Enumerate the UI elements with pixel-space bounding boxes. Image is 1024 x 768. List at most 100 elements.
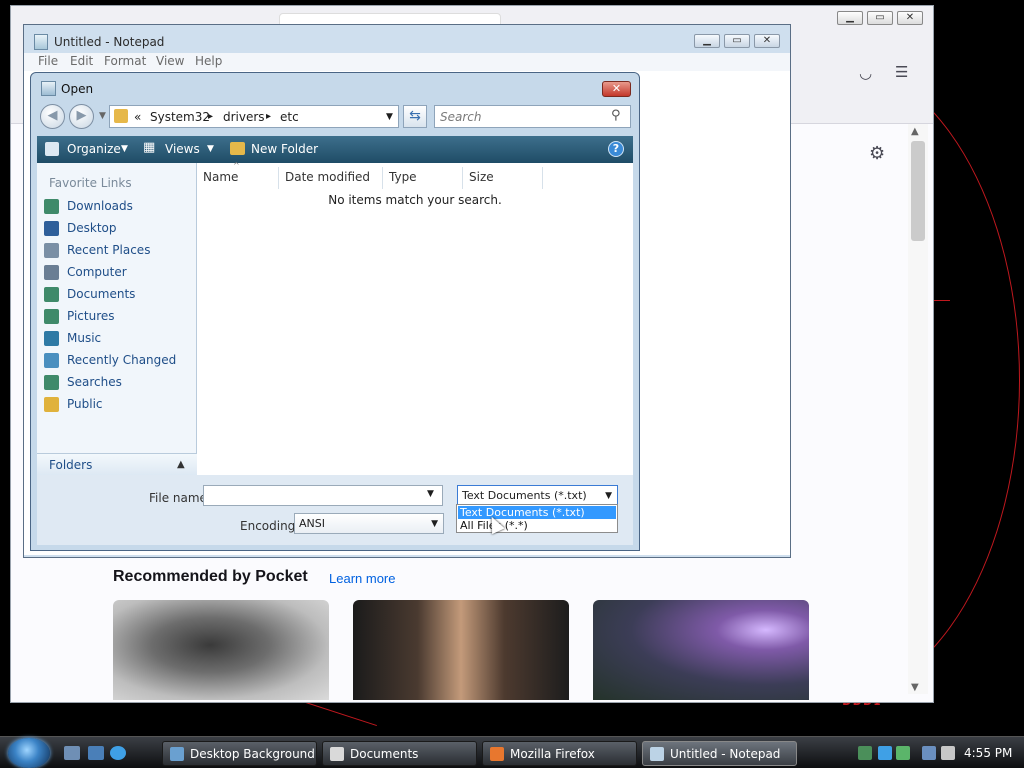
views-button[interactable]: Views: [165, 142, 200, 156]
minimize-button[interactable]: ▁: [694, 34, 720, 48]
start-button[interactable]: [8, 738, 50, 768]
sidebar-item-desktop[interactable]: Desktop: [44, 219, 194, 239]
chevron-up-icon[interactable]: ▲: [177, 459, 185, 470]
file-type-select[interactable]: Text Documents (*.txt) ▼: [457, 485, 618, 506]
recent-places-icon: [44, 243, 59, 258]
internet-explorer-icon[interactable]: [110, 746, 126, 760]
breadcrumb-etc[interactable]: etc: [280, 110, 299, 124]
organize-icon: [45, 142, 59, 156]
taskbar-button-desktop-background[interactable]: Desktop Background: [162, 741, 317, 766]
chevron-down-icon[interactable]: ▼: [431, 519, 438, 529]
scrollbar-thumb[interactable]: [911, 141, 925, 241]
sidebar-item-label: Recent Places: [67, 243, 151, 257]
column-header-date-modified[interactable]: Date modified: [279, 167, 383, 189]
address-bar[interactable]: « System32 ▸ drivers ▸ etc ▼: [109, 105, 399, 128]
close-button[interactable]: ✕: [754, 34, 780, 48]
column-header-type[interactable]: Type: [383, 167, 463, 189]
show-desktop-icon[interactable]: [64, 746, 80, 760]
column-header-size[interactable]: Size: [463, 167, 543, 189]
menu-help[interactable]: Help: [195, 54, 222, 68]
sidebar-item-music[interactable]: Music: [44, 329, 194, 349]
back-button[interactable]: ◀: [40, 104, 65, 129]
dialog-icon: [41, 81, 56, 96]
minimize-button[interactable]: ▁: [837, 11, 863, 25]
sidebar-item-recently-changed[interactable]: Recently Changed: [44, 351, 194, 371]
sidebar-item-label: Music: [67, 331, 102, 345]
dialog-close-button[interactable]: ✕: [602, 81, 631, 97]
navigation-pane: Favorite Links Downloads Desktop Recent Pl…: [37, 163, 197, 475]
column-header-name[interactable]: Name: [197, 167, 279, 189]
sidebar-item-pictures[interactable]: Pictures: [44, 307, 194, 327]
breadcrumb-separator-icon[interactable]: ▸: [208, 111, 213, 122]
breadcrumb-overflow[interactable]: «: [134, 110, 141, 124]
close-button[interactable]: ✕: [897, 11, 923, 25]
search-icon[interactable]: ⚲: [611, 108, 621, 123]
documents-folder-icon: [330, 747, 344, 761]
clock[interactable]: 4:55 PM: [964, 746, 1012, 760]
sidebar-item-downloads[interactable]: Downloads: [44, 197, 194, 217]
maximize-button[interactable]: ▭: [724, 34, 750, 48]
music-icon: [44, 331, 59, 346]
forward-button[interactable]: ▶: [69, 104, 94, 129]
sidebar-item-label: Downloads: [67, 199, 133, 213]
settings-gear-icon[interactable]: ⚙: [869, 143, 885, 164]
network-tray-icon[interactable]: [858, 746, 872, 760]
sidebar-item-public[interactable]: Public: [44, 395, 194, 415]
file-type-option[interactable]: All Files (*.*): [458, 519, 616, 532]
breadcrumb-system32[interactable]: System32: [150, 110, 210, 124]
views-icon: ▦: [143, 140, 156, 155]
volume-icon[interactable]: [941, 746, 955, 760]
menu-format[interactable]: Format: [104, 54, 146, 68]
scroll-up-icon[interactable]: ▲: [911, 126, 919, 137]
pocket-icon[interactable]: ◡: [859, 64, 872, 82]
sidebar-item-recent-places[interactable]: Recent Places: [44, 241, 194, 261]
refresh-button[interactable]: ⇆: [403, 105, 427, 128]
recently-changed-icon: [44, 353, 59, 368]
scroll-down-icon[interactable]: ▼: [911, 682, 919, 693]
learn-more-link[interactable]: Learn more: [329, 571, 395, 586]
menu-view[interactable]: View: [156, 54, 184, 68]
taskbar-button-mozilla-firefox[interactable]: Mozilla Firefox: [482, 741, 637, 766]
address-dropdown-icon[interactable]: ▼: [386, 112, 393, 122]
taskbar-button-documents[interactable]: Documents: [322, 741, 477, 766]
pocket-card-image[interactable]: [593, 600, 809, 700]
file-name-input[interactable]: [203, 485, 443, 506]
new-folder-button[interactable]: New Folder: [251, 142, 318, 156]
recent-pages-dropdown-icon[interactable]: ▼: [99, 111, 106, 121]
pocket-card-image[interactable]: [353, 600, 569, 700]
notepad-menubar: File Edit Format View Help: [24, 53, 790, 71]
tray-icon[interactable]: [896, 746, 910, 760]
breadcrumb-separator-icon[interactable]: ▸: [266, 111, 271, 122]
help-icon[interactable]: ?: [608, 141, 624, 157]
breadcrumb-drivers[interactable]: drivers: [223, 110, 265, 124]
documents-icon: [44, 287, 59, 302]
menu-icon[interactable]: ☰: [895, 63, 908, 81]
file-name-dropdown-icon[interactable]: ▼: [427, 489, 434, 499]
search-input[interactable]: Search: [434, 105, 631, 128]
menu-edit[interactable]: Edit: [70, 54, 93, 68]
menu-file[interactable]: File: [38, 54, 58, 68]
desktop-background-icon: [170, 747, 184, 761]
folders-label: Folders: [49, 458, 93, 472]
tray-icon[interactable]: [878, 746, 892, 760]
file-type-option[interactable]: Text Documents (*.txt): [458, 506, 616, 519]
network-icon[interactable]: [922, 746, 936, 760]
chevron-down-icon[interactable]: ▼: [207, 144, 214, 154]
sidebar-item-documents[interactable]: Documents: [44, 285, 194, 305]
sidebar-item-computer[interactable]: Computer: [44, 263, 194, 283]
pocket-card-image[interactable]: [113, 600, 329, 700]
folders-toggle[interactable]: Folders ▲: [37, 453, 197, 476]
pictures-icon: [44, 309, 59, 324]
organize-button[interactable]: Organize: [67, 142, 121, 156]
file-list[interactable]: Name ^ Date modified Type Size No items …: [197, 161, 633, 475]
taskbar-button-untitled-notepad[interactable]: Untitled - Notepad: [642, 741, 797, 766]
encoding-select[interactable]: ANSI ▼: [294, 513, 444, 534]
desktop-icon: [44, 221, 59, 236]
chevron-down-icon[interactable]: ▼: [605, 491, 612, 501]
sidebar-item-label: Public: [67, 397, 103, 411]
sidebar-item-label: Computer: [67, 265, 127, 279]
sidebar-item-searches[interactable]: Searches: [44, 373, 194, 393]
maximize-button[interactable]: ▭: [867, 11, 893, 25]
switch-windows-icon[interactable]: [88, 746, 104, 760]
chevron-down-icon[interactable]: ▼: [121, 144, 128, 154]
